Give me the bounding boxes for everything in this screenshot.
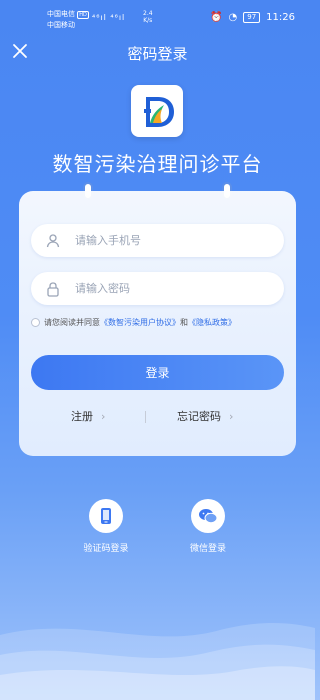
secondary-links: 注册 › 忘记密码 › <box>19 408 296 428</box>
user-icon <box>46 233 60 247</box>
page-title: 密码登录 <box>127 45 188 63</box>
sms-login-label: 验证码登录 <box>83 544 129 554</box>
battery-icon: 97 <box>243 12 261 23</box>
forgot-label: 忘记密码 <box>177 410 221 423</box>
chevron-right-icon: › <box>101 410 106 423</box>
alarm-icon: ⏰ <box>210 12 223 23</box>
login-button[interactable]: 登录 <box>31 355 284 390</box>
wechat-login-option[interactable]: 微信登录 <box>168 499 248 554</box>
agreement-and: 和 <box>180 318 188 327</box>
carrier-2: 中国移动 <box>47 21 75 29</box>
clock: 11:26 <box>266 12 295 23</box>
sms-login-option[interactable]: 验证码登录 <box>66 499 146 554</box>
status-right: ⏰ ◔ 97 11:26 <box>210 12 295 23</box>
privacy-policy-link[interactable]: 《隐私政策》 <box>188 317 236 328</box>
app-logo <box>131 85 183 137</box>
phone-icon <box>101 508 111 524</box>
lock-icon <box>47 281 59 297</box>
phone-input[interactable] <box>73 233 267 248</box>
divider <box>145 411 146 423</box>
network-speed: 2.4 K/s <box>143 10 153 24</box>
forgot-password-link[interactable]: 忘记密码 › <box>177 408 233 424</box>
agreement-checkbox[interactable] <box>31 318 40 327</box>
sms-login-circle[interactable] <box>89 499 123 533</box>
login-card: 请您阅读并同意 《数智污染用户协议》 和 《隐私政策》 登录 注册 › 忘记密码 › <box>19 191 296 456</box>
hd-badge: HD <box>77 11 89 19</box>
phone-field[interactable] <box>31 224 284 257</box>
status-bar: 中国电信 HD 中国移动 ⁴⁶ıl ⁴⁶ıl 2.4 K/s ⏰ ◔ 97 11… <box>0 0 315 34</box>
carrier-info: 中国电信 HD 中国移动 <box>47 9 89 30</box>
speed-value: 2.4 <box>143 10 153 17</box>
user-agreement-link[interactable]: 《数智污染用户协议》 <box>100 317 180 328</box>
logo-icon <box>144 97 174 127</box>
wechat-login-circle[interactable] <box>191 499 225 533</box>
speed-unit: K/s <box>143 17 153 24</box>
register-link[interactable]: 注册 › <box>71 408 105 424</box>
signal-icon: ⁴⁶ıl ⁴⁶ıl <box>92 13 126 22</box>
register-label: 注册 <box>71 410 93 423</box>
chevron-right-icon: › <box>229 410 234 423</box>
agreement-prefix: 请您阅读并同意 <box>44 318 100 327</box>
wechat-icon <box>199 509 218 524</box>
bottom-wave-decoration <box>0 623 315 700</box>
password-field[interactable] <box>31 272 284 305</box>
app-name: 数智污染治理问诊平台 <box>52 152 263 176</box>
carrier-1: 中国电信 <box>47 10 75 18</box>
wechat-login-label: 微信登录 <box>189 544 226 554</box>
performance-icon: ◔ <box>228 12 238 23</box>
agreement-row: 请您阅读并同意 《数智污染用户协议》 和 《隐私政策》 <box>31 317 236 328</box>
password-input[interactable] <box>73 281 267 296</box>
